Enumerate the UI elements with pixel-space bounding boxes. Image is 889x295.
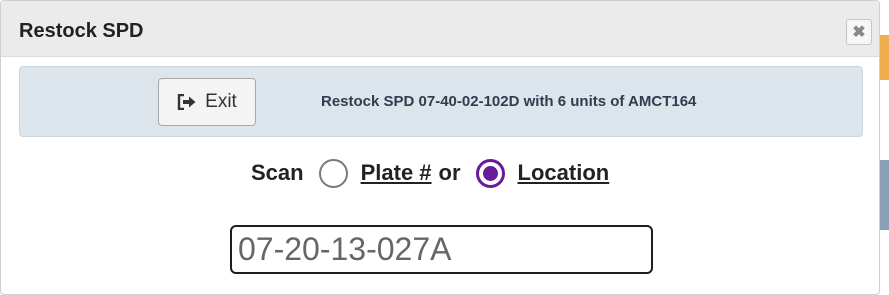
plate-radio[interactable] <box>318 158 348 188</box>
background-accent <box>880 35 889 80</box>
exit-button[interactable]: Exit <box>158 78 256 126</box>
location-scan-input[interactable] <box>230 225 653 274</box>
restock-message: Restock SPD 07-40-02-102D with 6 units o… <box>321 93 697 110</box>
or-text: or <box>438 160 461 185</box>
exit-label: Exit <box>205 91 237 112</box>
sign-out-icon <box>177 94 196 110</box>
close-icon: ✖ <box>852 24 866 41</box>
location-option-label[interactable]: Location <box>518 160 610 186</box>
scan-label: Scan <box>251 160 304 185</box>
radio-selected-dot <box>482 165 498 181</box>
dialog-titlebar: Restock SPD ✖ <box>1 1 879 57</box>
close-button[interactable]: ✖ <box>846 19 872 45</box>
info-panel: Exit Restock SPD 07-40-02-102D with 6 un… <box>19 66 863 137</box>
restock-dialog: Restock SPD ✖ Exit Restock SPD 07-40-02-… <box>0 0 880 295</box>
location-radio[interactable] <box>475 158 505 188</box>
plate-option-label[interactable]: Plate # <box>361 160 432 186</box>
background-accent <box>880 160 889 230</box>
scan-mode-row: Scan Plate # or Location <box>251 153 609 193</box>
dialog-title: Restock SPD <box>19 20 144 42</box>
